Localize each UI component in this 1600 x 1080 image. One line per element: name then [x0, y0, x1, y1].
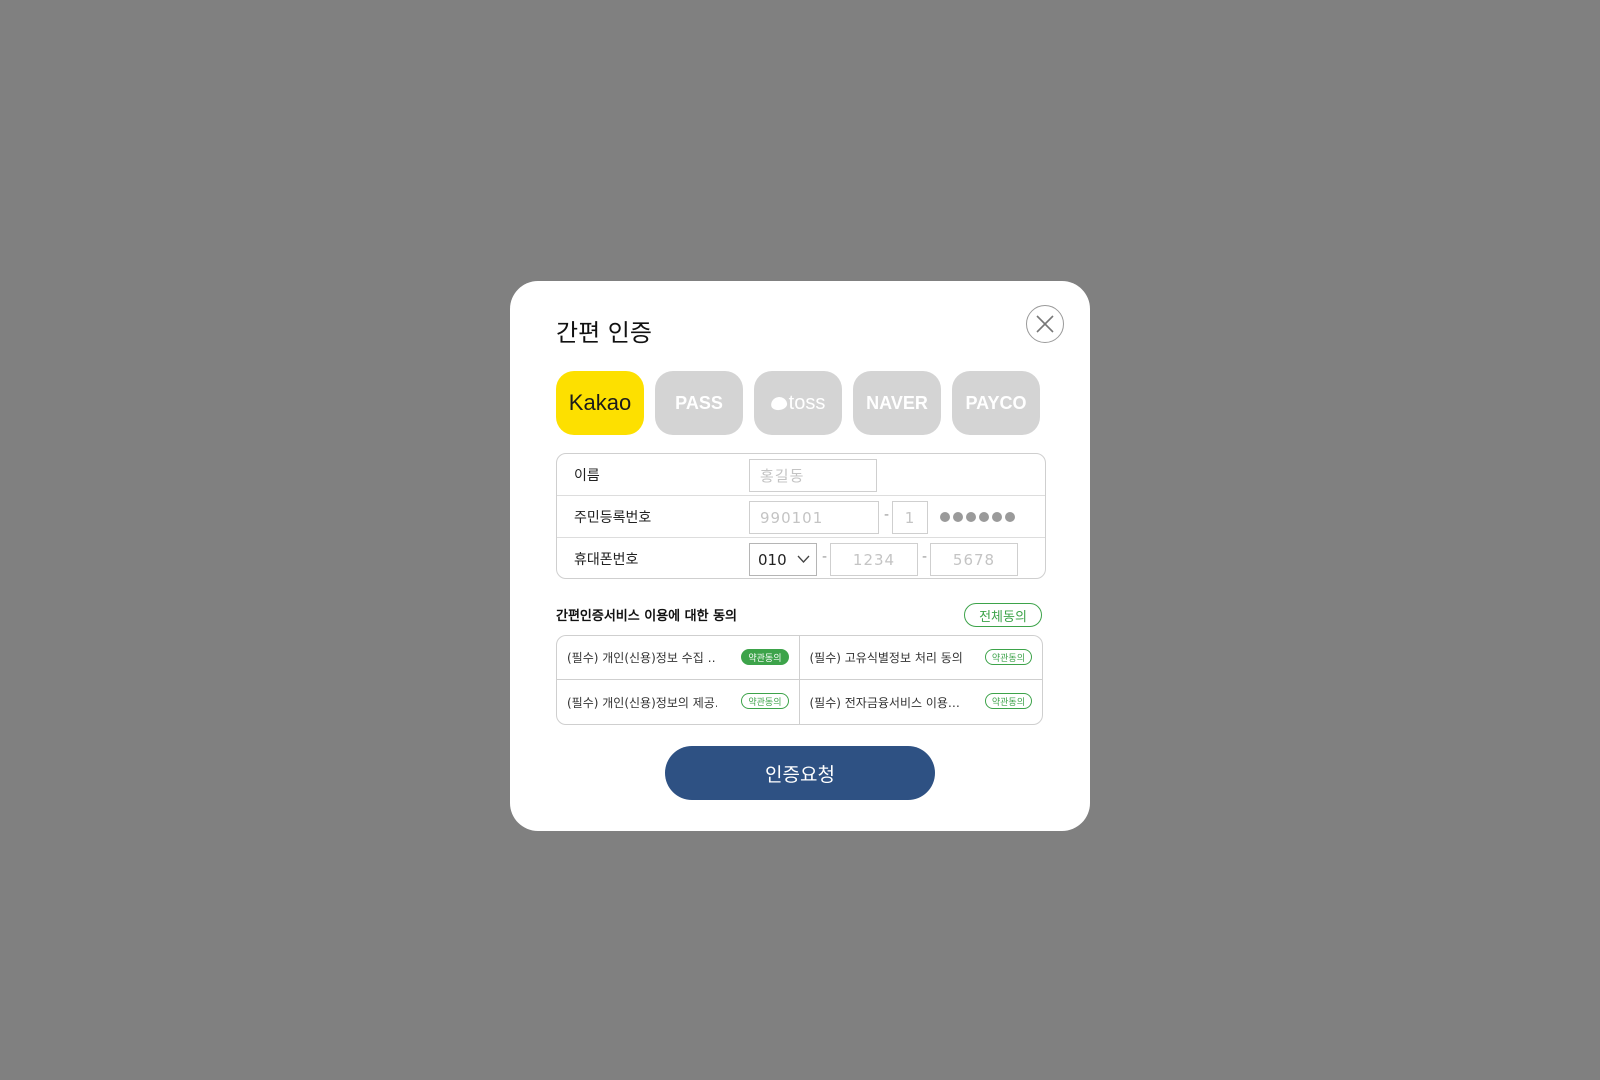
rrn-back-first-placeholder: 1: [904, 508, 916, 527]
rrn-front-input[interactable]: 990101: [749, 501, 879, 534]
provider-list: Kakao PASS toss NAVER PAYCO: [556, 371, 1040, 435]
agreement-title: 간편인증서비스 이용에 대한 동의: [556, 609, 738, 624]
close-button[interactable]: [1026, 305, 1064, 343]
phone-prefix-select[interactable]: 010: [749, 543, 817, 576]
provider-naver-label: NAVER: [866, 392, 928, 413]
rrn-masked-digits: [940, 507, 1015, 522]
provider-payco-label: PAYCO: [965, 392, 1027, 413]
phone-row: 휴대폰번호 010 - 1234 - 5678: [557, 538, 1045, 580]
phone-last-placeholder: 5678: [952, 550, 996, 569]
provider-pass-button[interactable]: PASS: [655, 371, 743, 435]
toss-logo-icon: [769, 395, 788, 411]
term-item[interactable]: (필수) 고유식별정보 처리 동의 약관동의: [799, 636, 1042, 680]
auth-modal: 간편 인증 Kakao PASS toss NAVER PAYCO 이름 홍길동: [510, 281, 1090, 831]
phone-dash-2: -: [922, 549, 928, 565]
term-agree-badge[interactable]: 약관동의: [984, 649, 1032, 665]
term-text: (필수) 개인(신용)정보의 제공…: [567, 695, 717, 710]
phone-prefix-value: 010: [758, 550, 787, 569]
term-item[interactable]: (필수) 전자금융서비스 이용… 약관동의: [800, 680, 1043, 724]
close-icon: [1036, 315, 1054, 333]
rrn-dash: -: [884, 507, 890, 523]
phone-middle-input[interactable]: 1234: [830, 543, 918, 576]
term-item[interactable]: (필수) 개인(신용)정보의 제공… 약관동의: [557, 680, 800, 724]
identity-form: 이름 홍길동 주민등록번호 990101 - 1 휴대폰번호 010 - 123…: [556, 453, 1046, 579]
term-text: (필수) 전자금융서비스 이용…: [809, 695, 960, 710]
provider-kakao-button[interactable]: Kakao: [556, 371, 644, 435]
term-text: (필수) 개인(신용)정보 수집 …: [567, 651, 717, 665]
modal-title: 간편 인증: [556, 319, 652, 347]
term-agree-badge[interactable]: 약관동의: [741, 693, 789, 709]
rrn-row: 주민등록번호 990101 - 1: [557, 496, 1045, 538]
agree-all-button[interactable]: 전체동의: [964, 603, 1042, 627]
provider-naver-button[interactable]: NAVER: [853, 371, 941, 435]
term-item[interactable]: (필수) 개인(신용)정보 수집 … 약관동의: [557, 636, 800, 680]
term-agree-badge[interactable]: 약관동의: [984, 693, 1032, 709]
term-agree-badge[interactable]: 약관동의: [741, 649, 789, 665]
rrn-back-first-input[interactable]: 1: [892, 501, 928, 534]
name-row: 이름 홍길동: [557, 454, 1045, 496]
phone-dash-1: -: [822, 549, 828, 565]
chevron-down-icon: [797, 555, 810, 563]
provider-payco-button[interactable]: PAYCO: [952, 371, 1040, 435]
provider-toss-label: toss: [788, 391, 826, 414]
name-label: 이름: [574, 468, 600, 484]
request-auth-button[interactable]: 인증요청: [665, 746, 935, 800]
phone-last-input[interactable]: 5678: [930, 543, 1018, 576]
provider-kakao-label: Kakao: [568, 390, 632, 415]
agree-all-label: 전체동의: [979, 609, 1027, 625]
terms-grid: (필수) 개인(신용)정보 수집 … 약관동의 (필수) 고유식별정보 처리 동…: [556, 635, 1043, 725]
phone-label: 휴대폰번호: [574, 552, 639, 568]
provider-toss-button[interactable]: toss: [754, 371, 842, 435]
rrn-label: 주민등록번호: [574, 510, 652, 526]
name-input[interactable]: 홍길동: [749, 459, 877, 492]
provider-pass-label: PASS: [675, 392, 723, 413]
term-text: (필수) 고유식별정보 처리 동의: [809, 651, 963, 665]
request-auth-label: 인증요청: [765, 763, 835, 786]
rrn-front-placeholder: 990101: [760, 508, 824, 527]
phone-middle-placeholder: 1234: [852, 550, 896, 569]
name-placeholder: 홍길동: [760, 467, 805, 485]
